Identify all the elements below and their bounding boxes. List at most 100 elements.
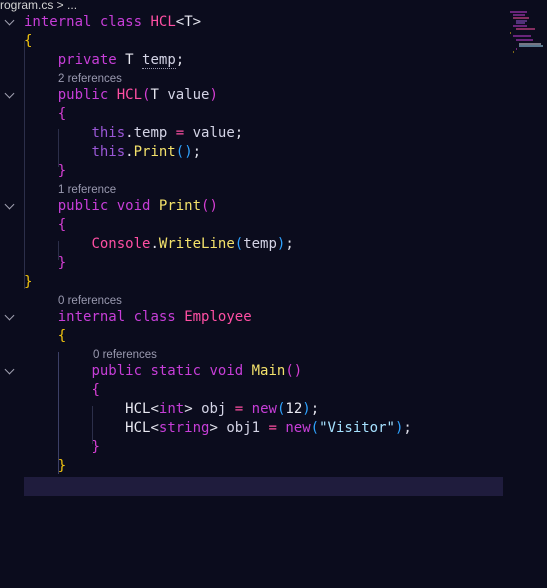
code-line-19[interactable]: HCL<string> obj1 = new("Visitor");: [0, 419, 503, 438]
token-class: Employee: [184, 309, 252, 325]
current-line-highlight[interactable]: [24, 477, 503, 496]
token-punct: ;: [403, 420, 412, 436]
code-line-13[interactable]: }: [0, 273, 503, 292]
token-punct: ;: [234, 125, 244, 141]
code-line-3[interactable]: private T temp;: [0, 51, 503, 70]
code-line-10[interactable]: {: [0, 216, 503, 235]
token-keyword: new: [251, 401, 277, 417]
token-paren: ): [293, 363, 303, 379]
token-paren: ): [209, 198, 218, 214]
token-brace: }: [24, 274, 33, 290]
token-paren: ): [184, 144, 193, 160]
token-brace: {: [91, 382, 100, 398]
token-this: this: [91, 125, 126, 141]
token-brace: }: [57, 255, 67, 271]
token-variable: obj1: [226, 420, 261, 436]
token-keyword: void: [209, 363, 244, 379]
codelens-references[interactable]: 1 reference: [58, 182, 116, 198]
code-line-15[interactable]: {: [0, 327, 503, 346]
token-field: temp: [243, 236, 277, 252]
token-punct: .: [125, 144, 134, 160]
code-line-5[interactable]: {: [0, 105, 503, 124]
token-method: Print: [158, 198, 202, 214]
token-keyword: private: [57, 52, 117, 68]
token-operator: =: [175, 125, 185, 141]
token-keyword: internal: [57, 309, 126, 325]
token-method: Main: [251, 363, 286, 379]
token-paren: (: [175, 144, 185, 160]
token-punct: >: [209, 420, 218, 436]
codelens-references[interactable]: 2 references: [58, 71, 122, 87]
token-param: value: [192, 125, 235, 141]
vertical-scrollbar[interactable]: [541, 14, 547, 414]
code-line-1[interactable]: internal class HCL<T>: [0, 13, 503, 32]
token-class: Console: [91, 236, 151, 252]
token-brace: {: [24, 33, 33, 49]
token-method: WriteLine: [158, 236, 235, 252]
code-line-18[interactable]: HCL<int> obj = new(12);: [0, 400, 503, 419]
token-keyword: public: [91, 363, 143, 379]
token-keyword: class: [99, 14, 143, 30]
code-line-6[interactable]: this.temp = value;: [0, 124, 503, 143]
token-brace: }: [57, 458, 67, 474]
code-editor[interactable]: internal class HCL<T> { private T temp; …: [0, 12, 503, 588]
token-paren: (: [310, 420, 320, 436]
token-brace: {: [57, 217, 67, 233]
token-type: T: [184, 14, 193, 30]
codelens-references[interactable]: 0 references: [58, 293, 122, 309]
token-type: HCL: [125, 401, 151, 417]
token-punct: <: [150, 401, 159, 417]
token-class: HCL: [116, 87, 143, 103]
token-punct: ;: [285, 236, 294, 252]
token-keyword: new: [285, 420, 311, 436]
token-this: this: [91, 144, 126, 160]
code-line-11[interactable]: Console.WriteLine(temp);: [0, 235, 503, 254]
fold-chevron-icon[interactable]: [4, 199, 15, 210]
token-punct: >: [184, 401, 193, 417]
token-operator: =: [234, 401, 244, 417]
code-line-8[interactable]: }: [0, 162, 503, 181]
token-param: value: [167, 87, 210, 103]
fold-chevron-icon[interactable]: [4, 310, 15, 321]
token-keyword: int: [158, 401, 185, 417]
token-punct: .: [150, 236, 159, 252]
token-punct: ;: [192, 144, 202, 160]
token-type: HCL: [125, 420, 151, 436]
token-paren: ): [302, 401, 311, 417]
token-brace: }: [57, 163, 67, 179]
code-line-2[interactable]: {: [0, 32, 503, 51]
token-punct: .: [125, 125, 134, 141]
token-variable: obj: [201, 401, 227, 417]
token-keyword: public: [57, 198, 109, 214]
token-method: Print: [133, 144, 176, 160]
code-line-20[interactable]: }: [0, 438, 503, 457]
token-keyword: static: [150, 363, 202, 379]
token-string: "Visitor": [319, 420, 395, 436]
code-line-9[interactable]: public void Print(): [0, 197, 503, 216]
fold-chevron-icon[interactable]: [4, 15, 15, 26]
code-line-7[interactable]: this.Print();: [0, 143, 503, 162]
token-keyword: class: [133, 309, 176, 325]
token-class: HCL: [150, 14, 176, 30]
fold-chevron-icon[interactable]: [4, 88, 15, 99]
code-line-4[interactable]: public HCL(T value): [0, 86, 503, 105]
token-keyword: public: [57, 87, 109, 103]
fold-chevron-icon[interactable]: [4, 364, 15, 375]
code-line-16[interactable]: public static void Main(): [0, 362, 503, 381]
token-brace: {: [57, 328, 67, 344]
code-line-17[interactable]: {: [0, 381, 503, 400]
token-keyword: void: [116, 198, 151, 214]
token-punct: ;: [175, 52, 185, 68]
token-operator: =: [268, 420, 277, 436]
codelens-references[interactable]: 0 references: [93, 347, 157, 363]
code-line-14[interactable]: internal class Employee: [0, 308, 503, 327]
token-number: 12: [285, 401, 303, 417]
token-punct: ;: [310, 401, 320, 417]
token-field: temp: [142, 52, 176, 69]
token-punct: >: [192, 14, 202, 30]
token-paren: (: [234, 236, 244, 252]
code-line-21[interactable]: }: [0, 457, 503, 476]
token-type: T: [125, 52, 134, 68]
code-line-12[interactable]: }: [0, 254, 503, 273]
breadcrumb[interactable]: rogram.cs > ...: [0, 0, 77, 12]
